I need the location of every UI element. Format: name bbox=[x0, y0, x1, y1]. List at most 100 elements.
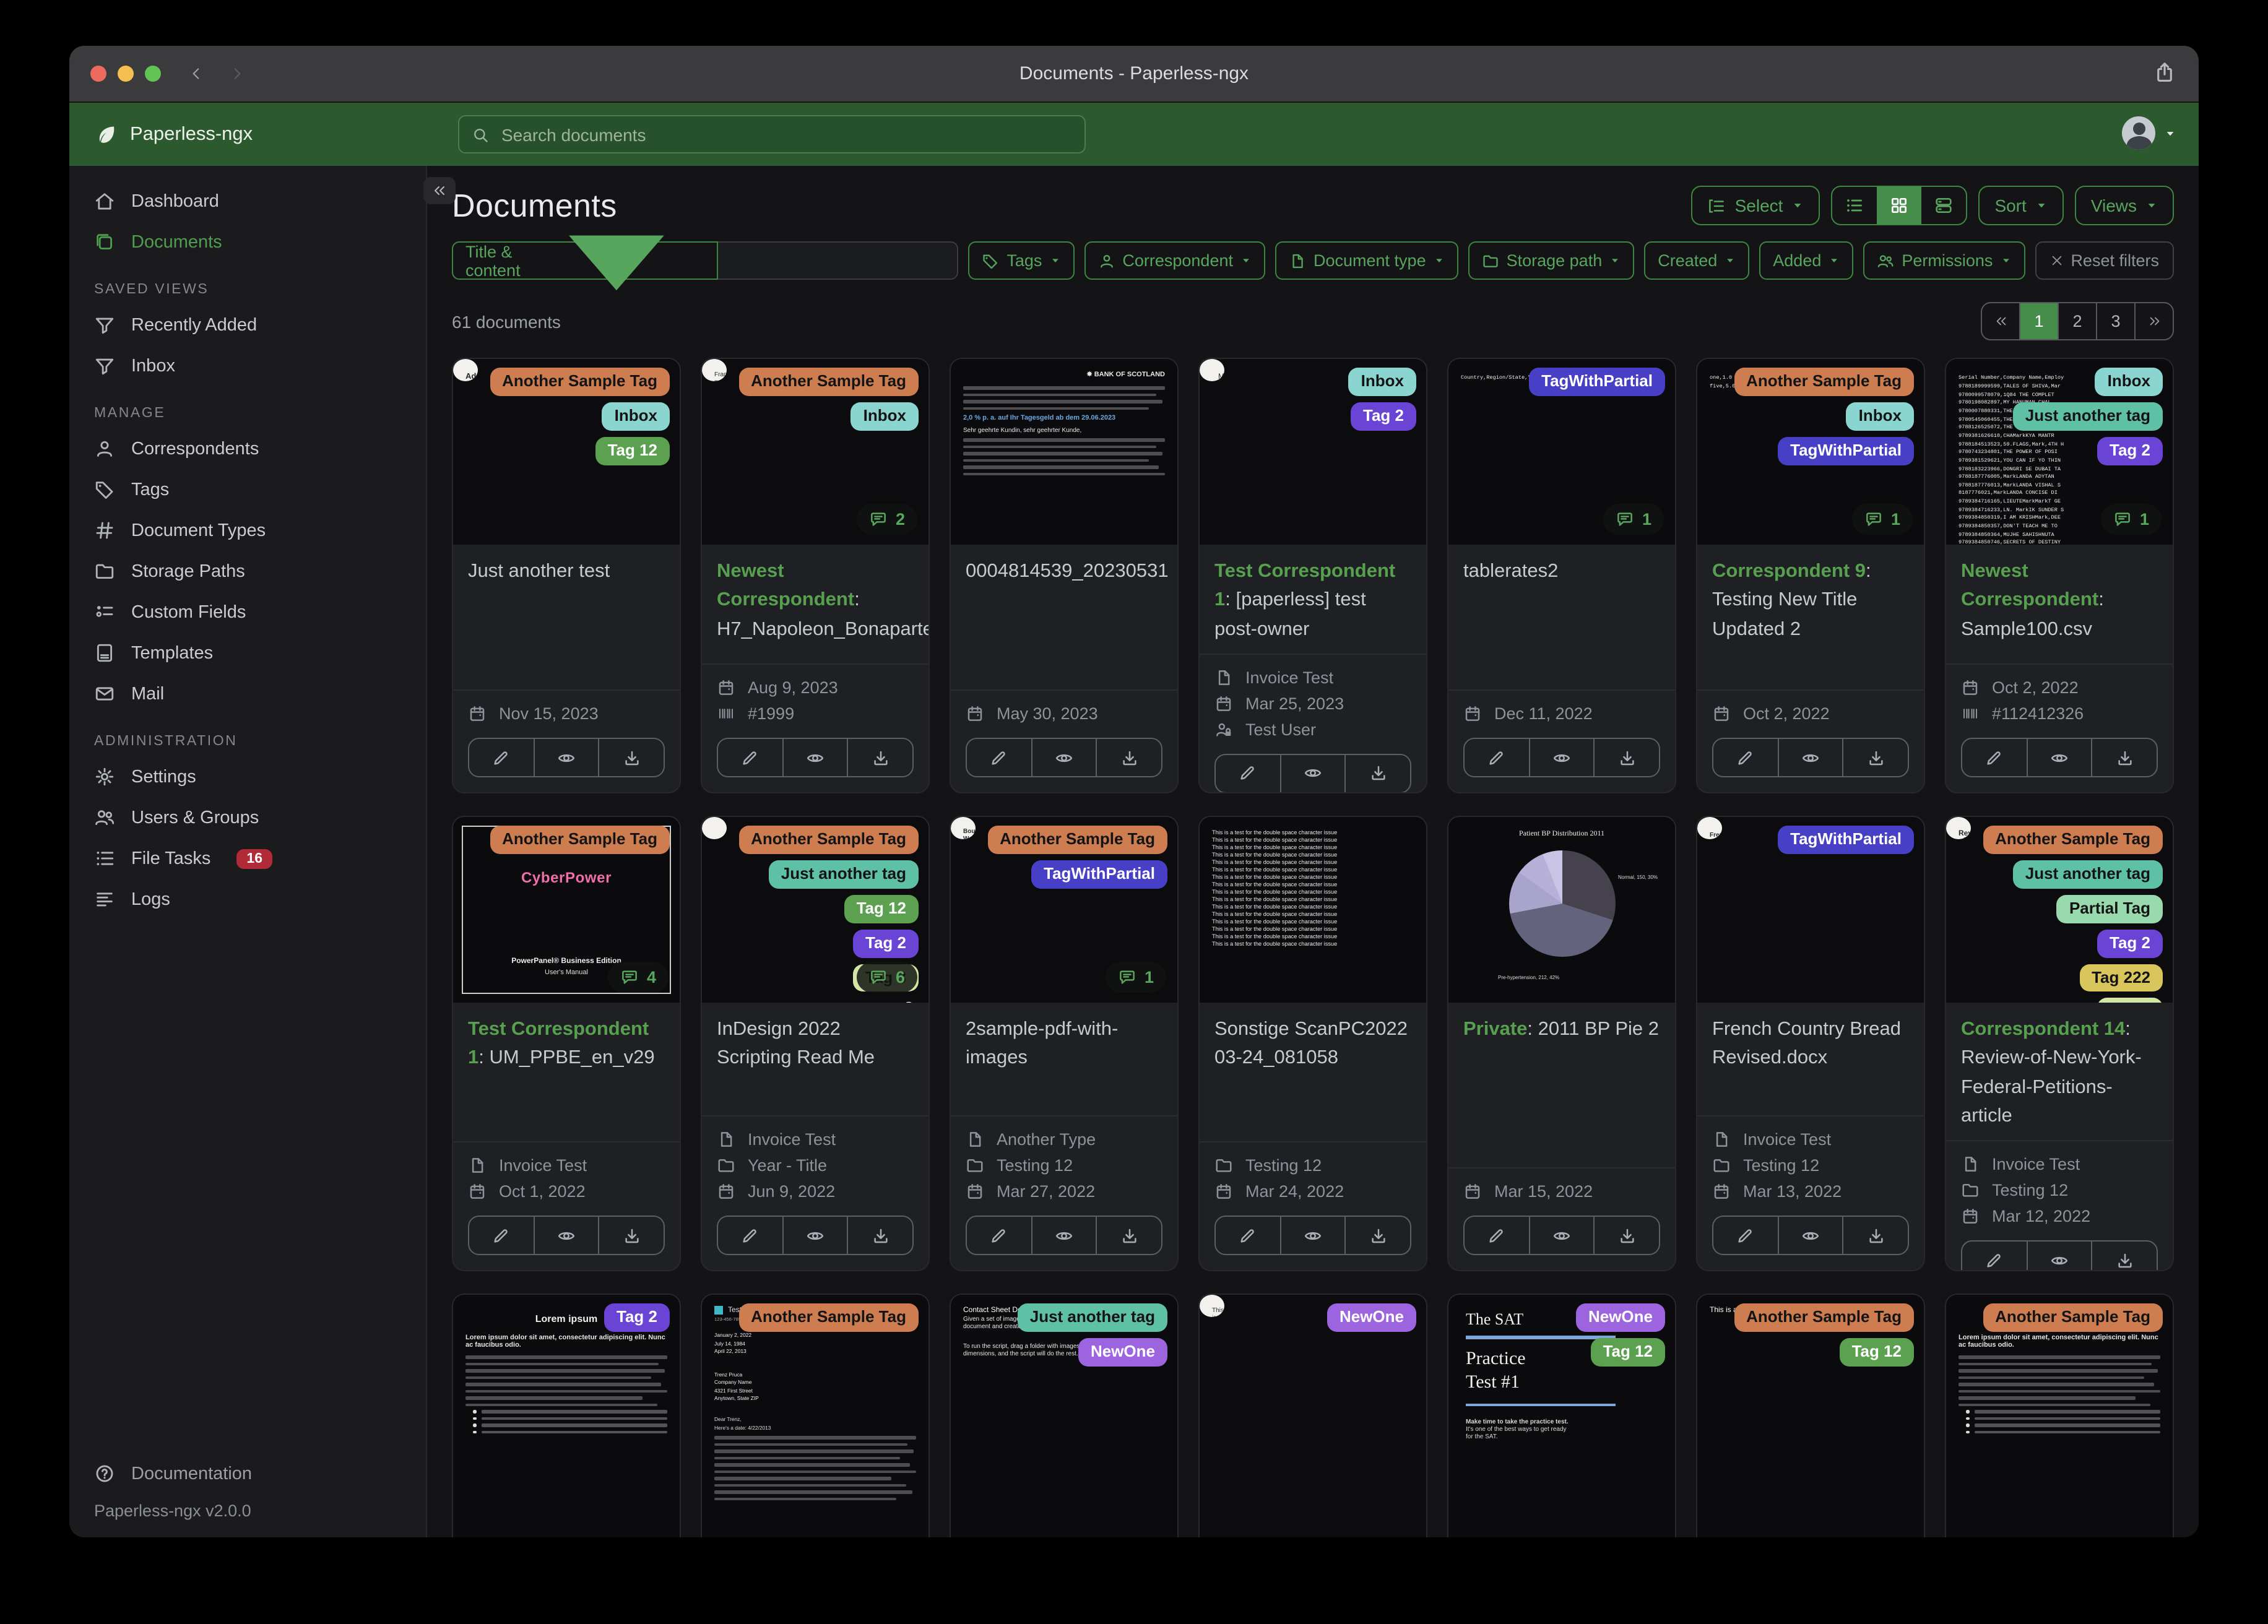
tag-pill[interactable]: Just another tag bbox=[2012, 860, 2163, 889]
tag-pill[interactable]: Just another tag bbox=[2012, 402, 2163, 431]
tag-pill[interactable]: Tag 3 bbox=[2097, 998, 2163, 1003]
document-correspondent[interactable]: Private bbox=[1463, 1019, 1527, 1040]
download-button[interactable] bbox=[600, 739, 664, 776]
download-button[interactable] bbox=[1346, 1217, 1410, 1254]
document-thumbnail-area[interactable]: one,1.0 five,5.0 Another Sample Tag Inbox T… bbox=[1697, 359, 1924, 545]
document-title[interactable]: 0004814539_20230531 bbox=[951, 545, 1177, 689]
select-button[interactable]: Select bbox=[1691, 186, 1820, 225]
document-card[interactable]: This is a test for the double space char… bbox=[1198, 816, 1427, 1271]
document-card[interactable]: CyberPower PowerPanel® Business Edition Us… bbox=[452, 816, 681, 1271]
tag-pill[interactable]: Tag 2 bbox=[853, 929, 919, 958]
tag-pill[interactable]: Tag 222 bbox=[2079, 964, 2163, 992]
edit-button[interactable] bbox=[1713, 1217, 1779, 1254]
preview-button[interactable] bbox=[1778, 1217, 1844, 1254]
tag-pill[interactable]: Tag 2 bbox=[2097, 436, 2163, 465]
download-button[interactable] bbox=[2093, 1242, 2157, 1270]
edit-button[interactable] bbox=[1962, 739, 2028, 776]
document-correspondent[interactable]: Correspondent 14 bbox=[1961, 1019, 2125, 1040]
tag-pill[interactable]: Another Sample Tag bbox=[738, 1303, 919, 1332]
pagination-page-3[interactable]: 3 bbox=[2097, 303, 2136, 339]
document-title[interactable]: Test Correspondent 1: [paperless] test p… bbox=[1200, 545, 1426, 654]
tag-pill[interactable]: TagWithPartial bbox=[1778, 826, 1914, 854]
sidebar-item-document-types[interactable]: Document Types bbox=[69, 510, 426, 551]
edit-button[interactable] bbox=[1962, 1242, 2028, 1270]
sidebar-item-users-groups[interactable]: Users & Groups bbox=[69, 797, 426, 838]
tag-pill[interactable]: Another Sample Tag bbox=[1983, 826, 2163, 854]
tag-pill[interactable]: Another Sample Tag bbox=[1734, 1303, 1914, 1332]
tag-pill[interactable]: Tag 12 bbox=[1839, 1337, 1914, 1367]
filter-button-correspondent[interactable]: Correspondent bbox=[1084, 241, 1265, 280]
comment-badge[interactable]: 1 bbox=[1106, 962, 1166, 993]
document-correspondent[interactable]: Newest Correspondent bbox=[1961, 561, 2098, 611]
reset-filters-button[interactable]: Reset filters bbox=[2035, 241, 2174, 280]
pagination-first[interactable] bbox=[1982, 303, 2020, 339]
document-title[interactable]: Newest Correspondent: Sample100.csv bbox=[1946, 545, 2173, 663]
tag-pill[interactable]: Tag 2 bbox=[1351, 402, 1416, 431]
comment-badge[interactable]: 1 bbox=[1603, 504, 1664, 535]
document-thumbnail-area[interactable]: Lorem ipsumLorem ipsum dolor sit amet, c… bbox=[453, 1295, 680, 1537]
download-button[interactable] bbox=[1097, 739, 1161, 776]
tag-pill[interactable]: Just another tag bbox=[768, 860, 919, 889]
document-thumbnail-area[interactable]: The SAT Practice Test #1 Make time to take … bbox=[1448, 1295, 1675, 1537]
preview-button[interactable] bbox=[1032, 1217, 1097, 1254]
filter-text-input[interactable] bbox=[718, 241, 959, 280]
sidebar-item-inbox[interactable]: Inbox bbox=[69, 345, 426, 386]
sidebar-item-tags[interactable]: Tags bbox=[69, 469, 426, 510]
zoom-window-button[interactable] bbox=[145, 66, 161, 82]
tag-pill[interactable]: Tag 12 bbox=[595, 436, 670, 465]
document-title[interactable]: InDesign 2022 Scripting Read Me bbox=[702, 1003, 928, 1115]
tag-pill[interactable]: Just another tag bbox=[1017, 1303, 1167, 1332]
filter-button-added[interactable]: Added bbox=[1759, 241, 1854, 280]
tag-pill[interactable]: Inbox bbox=[2095, 368, 2163, 396]
pagination-page-2[interactable]: 2 bbox=[2059, 303, 2097, 339]
edit-button[interactable] bbox=[1216, 1217, 1281, 1254]
tag-pill[interactable]: Tag 12 bbox=[844, 894, 919, 923]
document-title[interactable]: Private: 2011 BP Pie 2 bbox=[1448, 1003, 1675, 1167]
document-card[interactable]: ✸ BANK OF SCOTLAND 2,0 % p. a. auf Ihr Ta… bbox=[950, 358, 1179, 793]
download-button[interactable] bbox=[1595, 1217, 1659, 1254]
download-button[interactable] bbox=[849, 739, 912, 776]
share-icon[interactable] bbox=[2153, 61, 2176, 84]
document-card[interactable]: Patient BP Distribution 2011 Normal, 150,… bbox=[1447, 816, 1676, 1271]
document-thumbnail-area[interactable]: This is a test Another Sample Tag Tag 12 bbox=[1697, 1295, 1924, 1537]
sidebar-item-mail[interactable]: Mail bbox=[69, 673, 426, 714]
document-thumbnail-area[interactable]: Contact Sheet DemoGiven a set of image f… bbox=[951, 1295, 1177, 1537]
sidebar-item-documents[interactable]: Documents bbox=[69, 222, 426, 262]
filter-button-created[interactable]: Created bbox=[1644, 241, 1750, 280]
sidebar-item-storage-paths[interactable]: Storage Paths bbox=[69, 551, 426, 592]
list-view-button[interactable] bbox=[1832, 187, 1877, 224]
comment-badge[interactable]: 4 bbox=[608, 962, 669, 993]
comment-badge[interactable]: 2 bbox=[857, 504, 917, 535]
tag-pill[interactable]: Another Sample Tag bbox=[738, 368, 919, 396]
sidebar-collapse-button[interactable] bbox=[423, 177, 456, 204]
document-title[interactable]: Test Correspondent 1: UM_PPBE_en_v29 bbox=[453, 1003, 680, 1141]
sidebar-item-documentation[interactable]: Documentation bbox=[69, 1453, 426, 1494]
document-card[interactable]: Serial Number,Company Name,Employ 978818… bbox=[1945, 358, 2174, 793]
document-title[interactable]: Correspondent 14: Review-of-New-York-Fed… bbox=[1946, 1003, 2173, 1140]
preview-button[interactable] bbox=[2027, 739, 2093, 776]
edit-button[interactable] bbox=[1465, 1217, 1530, 1254]
title-content-dropdown[interactable]: Title & content bbox=[452, 235, 719, 290]
document-thumbnail-area[interactable]: Boundary Waters Trip Another Sample Tag Ta… bbox=[951, 817, 1177, 1003]
search-input[interactable] bbox=[499, 123, 1072, 145]
document-card[interactable]: Contact Sheet DemoGiven a set of image f… bbox=[950, 1294, 1179, 1537]
document-card[interactable]: Review of Arbitral Awards Shows Swift Re… bbox=[1945, 816, 2174, 1271]
sidebar-item-logs[interactable]: Logs bbox=[69, 879, 426, 920]
comment-badge[interactable]: 1 bbox=[1852, 504, 1913, 535]
tag-pill[interactable]: Inbox bbox=[1348, 368, 1416, 396]
document-thumbnail-area[interactable]: Adobe Acrobat PDF FilesCupcake ipsum Anot… bbox=[453, 359, 680, 545]
views-button[interactable]: Views bbox=[2074, 186, 2174, 225]
tag-pill[interactable]: Inbox bbox=[850, 402, 919, 431]
document-card[interactable]: Lorem ipsumLorem ipsum dolor sit amet, c… bbox=[452, 1294, 681, 1537]
tag-pill[interactable]: NewOne bbox=[1575, 1303, 1665, 1332]
sidebar-item-file-tasks[interactable]: File Tasks 16 bbox=[69, 838, 426, 879]
document-thumbnail-area[interactable]: French Country BreadFor the LeavenMake t… bbox=[1697, 817, 1924, 1003]
detail-view-button[interactable] bbox=[1921, 187, 1966, 224]
document-thumbnail-area[interactable]: Country,Region/State,"…" TagWithPartial 1 bbox=[1448, 359, 1675, 545]
preview-button[interactable] bbox=[783, 1217, 849, 1254]
preview-button[interactable] bbox=[2027, 1242, 2093, 1270]
tag-pill[interactable]: Inbox bbox=[1846, 402, 1914, 431]
minimize-window-button[interactable] bbox=[118, 66, 134, 82]
document-card[interactable]: Test Name123-456-7890January 2, 2022 Jul… bbox=[701, 1294, 930, 1537]
document-card[interactable]: Boundary Waters Trip Another Sample Tag Ta… bbox=[950, 816, 1179, 1271]
